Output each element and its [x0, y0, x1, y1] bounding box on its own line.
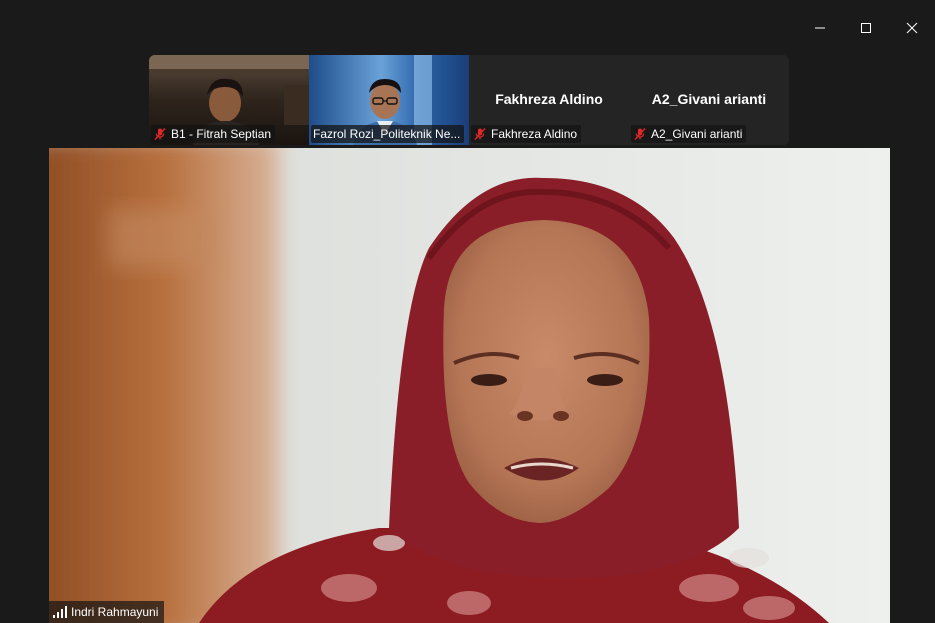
- speaker-video-frame: [49, 148, 890, 623]
- maximize-icon: [861, 23, 871, 33]
- participant-name: Fazrol Rozi_Politeknik Ne...: [313, 127, 461, 141]
- participant-tile[interactable]: B1 - Fitrah Septian: [149, 55, 309, 145]
- participant-display-name: Fakhreza Aldino: [495, 91, 603, 107]
- participant-name: Fakhreza Aldino: [491, 127, 578, 141]
- participant-gallery-strip: B1 - Fitrah Septian Fazrol Rozi_Politekn…: [149, 55, 789, 145]
- close-button[interactable]: [889, 14, 935, 42]
- maximize-button[interactable]: [843, 14, 889, 42]
- participant-tile[interactable]: Fazrol Rozi_Politeknik Ne...: [309, 55, 469, 145]
- active-speaker-name: Indri Rahmayuni: [71, 605, 159, 619]
- participant-name: B1 - Fitrah Septian: [171, 127, 272, 141]
- window-controls: [795, 14, 935, 42]
- participant-name: A2_Givani arianti: [651, 127, 743, 141]
- participant-name-label: A2_Givani arianti: [631, 125, 747, 143]
- minimize-icon: [815, 27, 825, 29]
- close-icon: [906, 22, 918, 34]
- muted-microphone-icon: [634, 128, 646, 140]
- active-speaker-name-label: Indri Rahmayuni: [49, 601, 165, 623]
- signal-bars-icon: [53, 606, 67, 618]
- participant-display-name: A2_Givani arianti: [651, 91, 767, 107]
- participant-tile[interactable]: Fakhreza Aldino Fakhreza Aldino: [469, 55, 629, 145]
- minimize-button[interactable]: [797, 14, 843, 42]
- participant-name-label: B1 - Fitrah Septian: [151, 125, 276, 143]
- zoom-meeting-window: B1 - Fitrah Septian Fazrol Rozi_Politekn…: [0, 0, 935, 623]
- participant-name-label: Fakhreza Aldino: [471, 125, 582, 143]
- active-speaker-video[interactable]: Indri Rahmayuni: [49, 148, 890, 623]
- muted-microphone-icon: [474, 128, 486, 140]
- muted-microphone-icon: [154, 128, 166, 140]
- participant-tile[interactable]: A2_Givani arianti A2_Givani arianti: [629, 55, 789, 145]
- participant-name-label: Fazrol Rozi_Politeknik Ne...: [311, 125, 465, 143]
